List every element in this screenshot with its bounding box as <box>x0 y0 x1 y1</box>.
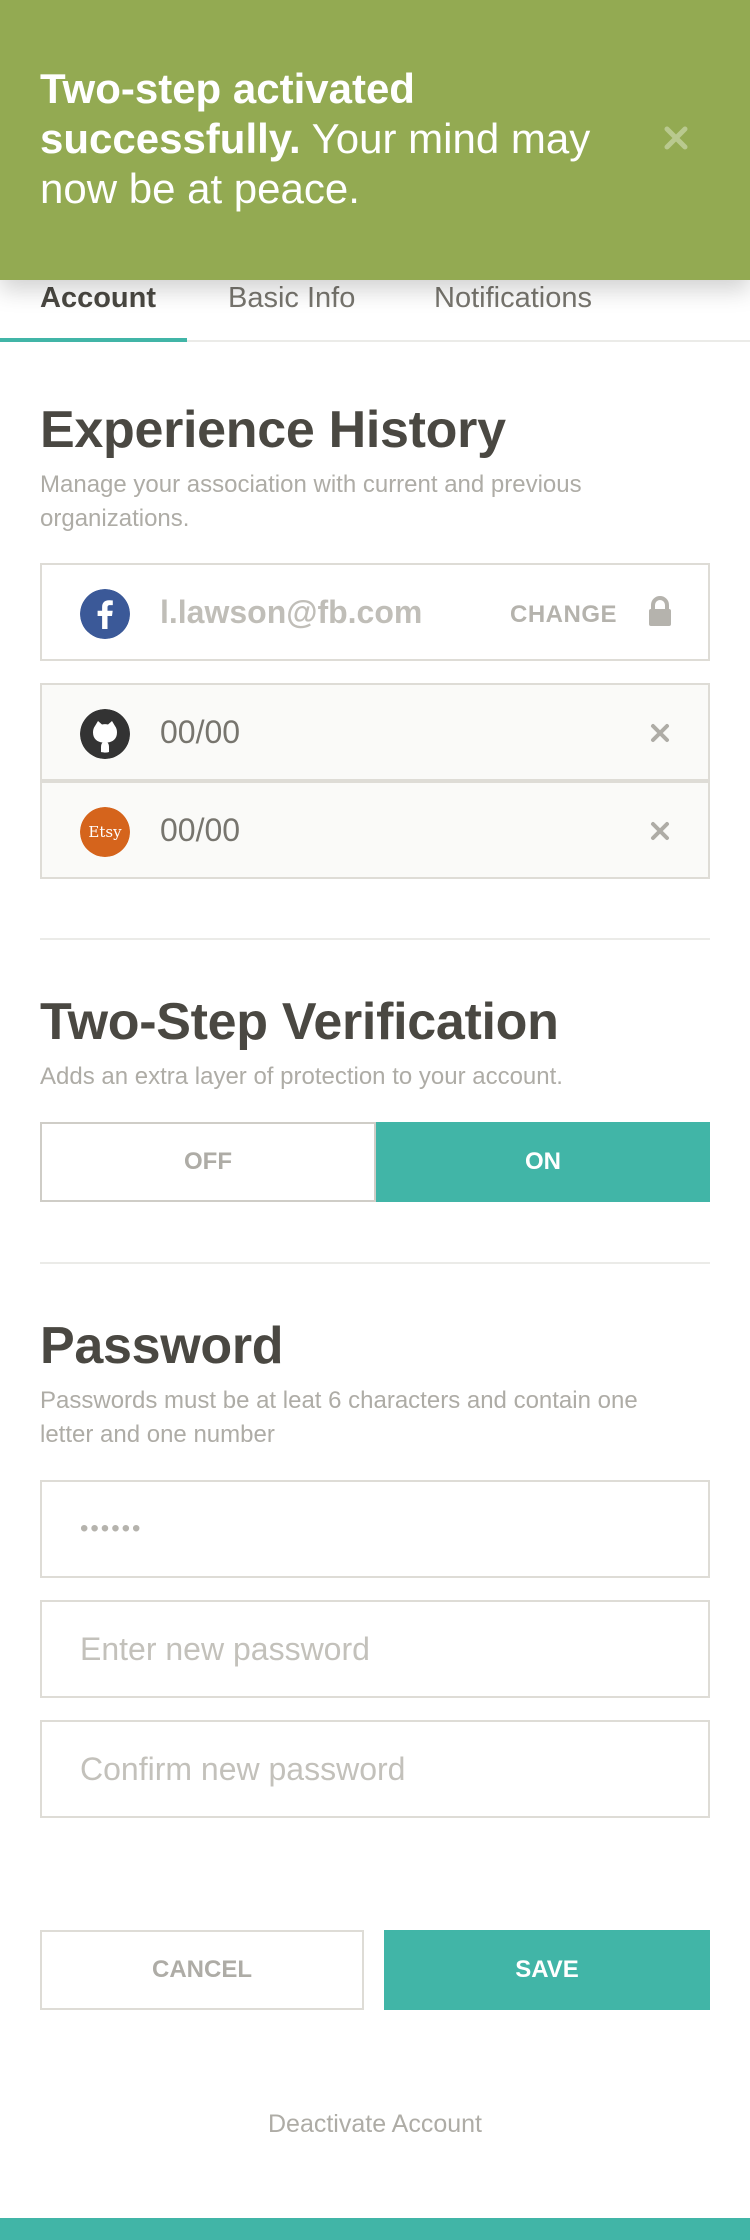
svg-text:Etsy: Etsy <box>88 823 122 841</box>
two-step-description: Adds an extra layer of protection to you… <box>40 1063 563 1090</box>
section-divider <box>40 1262 710 1264</box>
two-step-off-button[interactable]: OFF <box>40 1122 376 1202</box>
bottom-accent-bar <box>0 2218 750 2240</box>
remove-github-button[interactable] <box>646 719 674 747</box>
etsy-icon: Etsy <box>80 807 130 857</box>
deactivate-account-link[interactable]: Deactivate Account <box>0 2110 750 2139</box>
two-step-title: Two-Step Verification <box>40 993 559 1051</box>
account-row-facebook: l.lawson@fb.com CHANGE <box>40 563 710 661</box>
remove-etsy-button[interactable] <box>646 817 674 845</box>
tab-account[interactable]: Account <box>40 282 156 315</box>
tab-basic-info[interactable]: Basic Info <box>228 282 355 315</box>
close-icon <box>664 126 688 150</box>
facebook-email: l.lawson@fb.com <box>160 594 423 630</box>
experience-history-description: Manage your association with current and… <box>40 471 582 532</box>
close-icon <box>651 822 669 840</box>
success-toast: Two-step activated successfully. Your mi… <box>0 0 750 280</box>
etsy-date: 00/00 <box>160 812 241 848</box>
toast-close-button[interactable] <box>656 118 696 158</box>
change-button[interactable]: CHANGE <box>510 601 617 629</box>
github-date: 00/00 <box>160 714 241 750</box>
password-description: Passwords must be at leat 6 characters a… <box>40 1387 638 1448</box>
cancel-button[interactable]: CANCEL <box>40 1930 364 2010</box>
close-icon <box>651 724 669 742</box>
confirm-password-field[interactable] <box>40 1720 710 1818</box>
toast-message: Two-step activated successfully. Your mi… <box>40 64 600 214</box>
two-step-on-button[interactable]: ON <box>376 1122 710 1202</box>
experience-history-title: Experience History <box>40 401 506 459</box>
account-row-etsy: Etsy 00/00 <box>40 781 710 879</box>
tab-notifications[interactable]: Notifications <box>434 282 592 315</box>
new-password-field[interactable] <box>40 1600 710 1698</box>
tab-bar: Account Basic Info Notifications <box>0 270 750 342</box>
section-divider <box>40 938 710 940</box>
github-icon <box>80 709 130 759</box>
save-button[interactable]: SAVE <box>384 1930 710 2010</box>
lock-icon <box>649 596 671 626</box>
password-title: Password <box>40 1317 284 1375</box>
facebook-icon <box>80 589 130 639</box>
account-row-github: 00/00 <box>40 683 710 781</box>
current-password-field[interactable] <box>40 1480 710 1578</box>
active-tab-indicator <box>0 338 187 342</box>
